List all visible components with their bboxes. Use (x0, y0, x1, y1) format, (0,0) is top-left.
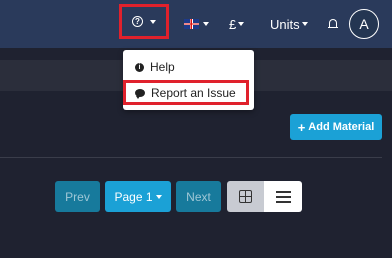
menu-item-label: Report an Issue (151, 85, 236, 100)
help-dropdown-toggle[interactable]: ? (119, 4, 169, 39)
language-dropdown[interactable] (184, 0, 209, 48)
chevron-down-icon (301, 22, 308, 26)
next-page-button[interactable]: Next (176, 181, 221, 212)
chevron-down-icon (155, 194, 162, 199)
page-label: Page 1 (114, 189, 153, 204)
grid-view-icon (239, 190, 252, 203)
top-navbar: ? £ Units A (0, 0, 392, 48)
page-select-button[interactable]: Page 1 (105, 181, 171, 212)
units-label: Units (270, 16, 300, 32)
prev-page-button[interactable]: Prev (55, 181, 100, 212)
question-circle-icon: ? (132, 16, 143, 27)
user-avatar[interactable]: A (349, 9, 379, 39)
chevron-down-icon (203, 22, 209, 26)
add-material-button[interactable]: + Add Material (290, 114, 382, 140)
menu-item-help[interactable]: i Help (123, 56, 254, 78)
plus-icon: + (297, 119, 306, 135)
comment-icon (135, 88, 145, 99)
info-circle-icon: i (135, 62, 144, 72)
uk-flag-icon (184, 19, 199, 29)
grid-view-button[interactable] (227, 181, 264, 212)
help-dropdown-menu: i Help Report an Issue (123, 50, 254, 110)
currency-label: £ (229, 16, 237, 32)
chevron-down-icon (238, 22, 245, 26)
prev-label: Prev (65, 189, 90, 204)
menu-item-label: Help (150, 60, 175, 74)
bell-icon (328, 19, 338, 29)
notifications-button[interactable] (328, 0, 338, 48)
add-material-label: Add Material (308, 121, 375, 133)
next-label: Next (186, 189, 211, 204)
units-dropdown[interactable]: Units (270, 0, 308, 48)
chevron-down-icon (150, 19, 156, 24)
list-view-icon (275, 190, 291, 203)
list-view-button[interactable] (264, 181, 302, 212)
currency-dropdown[interactable]: £ (229, 0, 245, 48)
avatar-initial: A (359, 16, 369, 32)
divider (0, 157, 382, 158)
menu-item-report-issue[interactable]: Report an Issue (123, 80, 249, 105)
